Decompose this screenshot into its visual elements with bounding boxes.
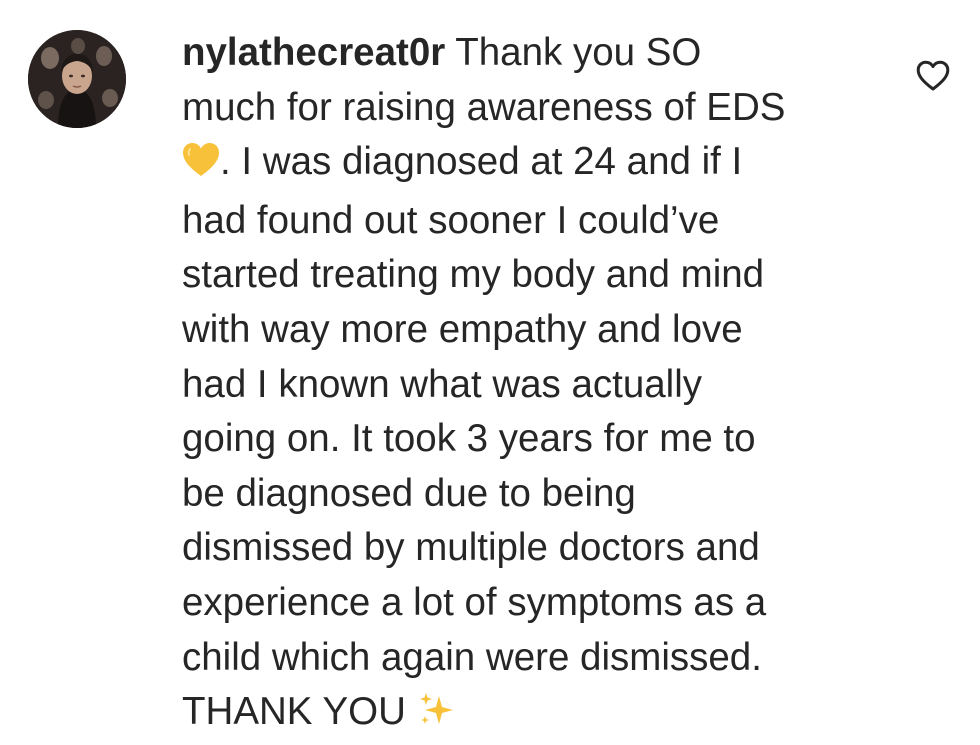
comment-line: child which again were dismissed. [182, 635, 762, 679]
username-link[interactable]: nylathecreat0r [182, 31, 445, 74]
comment-line: dismissed by multiple doctors and [182, 526, 760, 570]
comment-line: had found out sooner I could’ve [182, 198, 720, 242]
heart-outline-icon [916, 60, 950, 91]
comment-line: with way more empathy and love [182, 307, 743, 351]
comment-line: be diagnosed due to being [182, 471, 636, 515]
comment-line: THANK YOU [182, 685, 882, 744]
avatar-image [28, 30, 126, 128]
avatar[interactable] [28, 30, 126, 128]
like-button[interactable] [916, 60, 950, 92]
comment-line: much for raising awareness of EDS [182, 85, 786, 129]
comment-line: . I was diagnosed at 24 and if I [182, 135, 882, 194]
sparkles-icon [417, 689, 455, 744]
comment-line: experience a lot of symptoms as a [182, 580, 767, 624]
comment-line: going on. It took 3 years for me to [182, 417, 756, 461]
comment-line: started treating my body and mind [182, 253, 765, 297]
comment-item: nylathecreat0r Thank you SO much for rai… [0, 0, 980, 745]
comment-line: had I known what was actually [182, 362, 703, 406]
comment-line: nylathecreat0r Thank you SO [182, 31, 702, 74]
comment-text: nylathecreat0r Thank you SO much for rai… [182, 26, 882, 744]
yellow-heart-icon [182, 139, 220, 194]
